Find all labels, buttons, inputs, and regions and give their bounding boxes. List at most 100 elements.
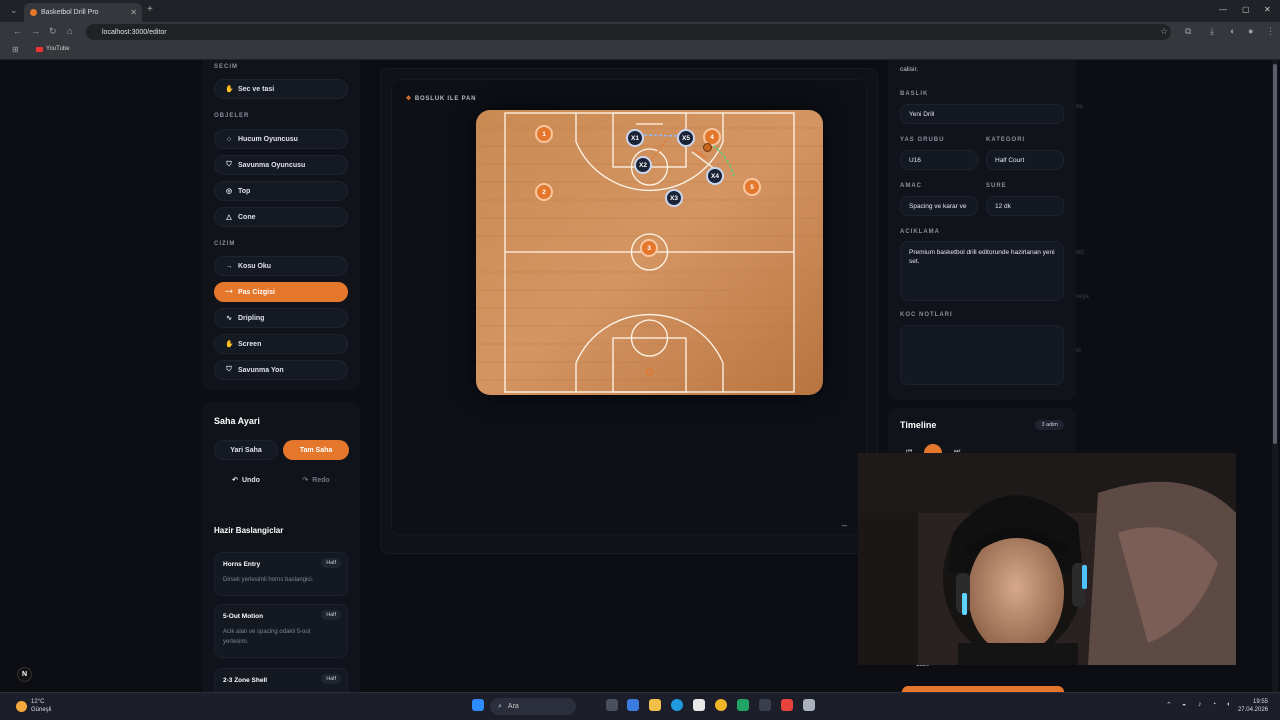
bookmark-youtube[interactable]: YouTube <box>36 46 70 52</box>
tool-label: Dripling <box>238 314 265 322</box>
background-text: da <box>1076 104 1083 110</box>
taskbar-search[interactable]: ⌕ Ara <box>490 698 576 715</box>
tool-screen[interactable]: ✋ Screen <box>214 334 348 354</box>
scrollbar-thumb[interactable] <box>1273 64 1277 444</box>
preset-card[interactable]: 5-Out Motion Half Acik alan ve spacing o… <box>214 604 348 658</box>
tool-label: Kosu Oku <box>238 262 272 270</box>
tool-cone[interactable]: △ Cone <box>214 207 348 227</box>
preset-name: 5-Out Motion <box>223 613 264 620</box>
menu-icon[interactable]: ⋮ <box>1266 26 1275 37</box>
url-bar[interactable]: localhost:3000/editor <box>86 24 1171 40</box>
preset-desc: Acik alan ve spacing odakli 5-out yerles… <box>223 629 311 645</box>
app-icon[interactable] <box>781 699 793 711</box>
title-label: BASLIK <box>900 91 929 97</box>
preset-card[interactable]: Horns Entry Half Dirsek yerlesimli horns… <box>214 552 348 596</box>
pan-hint: ✥ BOSLUK ILE PAN <box>406 95 476 102</box>
preset-card[interactable]: 2-3 Zone Shell Half <box>214 668 348 692</box>
extensions-icon[interactable]: ⧉ <box>1185 26 1191 37</box>
preset-badge: Half <box>321 558 341 568</box>
circle-icon: ○ <box>226 135 232 143</box>
browser-tab[interactable]: Basketbol Drill Pro ✕ <box>24 3 142 22</box>
coach-notes-textarea[interactable] <box>900 325 1064 385</box>
dashed-line-icon: ⤏ <box>225 288 233 295</box>
goal-input[interactable]: Spacing ve karar ve <box>900 196 978 216</box>
basketball-court[interactable]: 1 2 3 4 5 X1 X2 X3 X4 X5 <box>476 110 823 395</box>
tool-offense-player[interactable]: ○ Hucum Oyuncusu <box>214 129 348 149</box>
tool-pass-line[interactable]: ⤏ Pas Cizgisi <box>214 282 348 302</box>
reload-icon[interactable]: ↻ <box>49 26 57 37</box>
preset-name: Horns Entry <box>223 561 261 568</box>
notification-badge[interactable]: N <box>17 667 32 682</box>
tray-chevron-icon[interactable]: ⌃ <box>1166 701 1172 709</box>
tool-defense-direction[interactable]: ⛉ Savunma Yon <box>214 360 348 380</box>
defense-player-x1[interactable]: X1 <box>626 129 644 147</box>
tool-dribble[interactable]: ∿ Dripling <box>214 308 348 328</box>
app-icon[interactable] <box>737 699 749 711</box>
tool-label: Savunma Yon <box>238 366 284 374</box>
bookmark-star-icon[interactable]: ☆ <box>1160 26 1168 37</box>
hand-icon: ✋ <box>225 86 234 93</box>
offense-player-2[interactable]: 2 <box>535 183 553 201</box>
profile-icon[interactable]: ◐ <box>1230 26 1235 36</box>
microphone-icon[interactable]: ♪ <box>1198 701 1202 708</box>
tool-ball[interactable]: ◎ Top <box>214 181 348 201</box>
minimize-icon[interactable]: — <box>1219 5 1227 14</box>
new-tab-icon[interactable]: + <box>147 4 153 15</box>
app-icon[interactable] <box>803 699 815 711</box>
download-icon[interactable]: ⤓ <box>1210 26 1214 37</box>
file-explorer-icon[interactable] <box>649 699 661 711</box>
url-text: localhost:3000/editor <box>102 28 167 36</box>
undo-button[interactable]: ↶ Undo <box>214 470 278 490</box>
tool-run-arrow[interactable]: → Kosu Oku <box>214 256 348 276</box>
volume-icon[interactable]: ◖ <box>1226 701 1230 708</box>
forward-icon[interactable]: → <box>31 26 40 36</box>
clock-time: 19:55 <box>1252 699 1268 705</box>
sun-icon <box>16 700 27 712</box>
offense-player-1[interactable]: 1 <box>535 125 553 143</box>
defense-player-x5[interactable]: X5 <box>677 129 695 147</box>
tool-select-move[interactable]: ✋ Sec ve tasi <box>214 79 348 99</box>
wifi-icon[interactable]: ◔ <box>1212 701 1216 708</box>
category-input[interactable]: Half Court <box>986 150 1064 170</box>
close-tab-icon[interactable]: ✕ <box>130 8 137 17</box>
app-icon[interactable] <box>759 699 771 711</box>
full-court-button[interactable]: Tam Saha <box>283 440 349 460</box>
offense-player-3[interactable]: 3 <box>640 239 658 257</box>
defense-player-x2[interactable]: X2 <box>634 156 652 174</box>
defense-player-x3[interactable]: X3 <box>665 189 683 207</box>
weather-widget[interactable]: 12°C Güneşli <box>16 698 51 714</box>
description-textarea[interactable]: Premium basketbol drill editorunde hazir… <box>900 241 1064 301</box>
app-icon[interactable] <box>627 699 639 711</box>
back-icon[interactable]: ← <box>13 26 22 36</box>
network-icon[interactable]: ◒ <box>1182 701 1186 708</box>
goal-label: AMAC <box>900 183 922 189</box>
ball-token[interactable] <box>703 143 712 152</box>
duration-input[interactable]: 12 dk <box>986 196 1064 216</box>
apps-grid-icon[interactable]: ⊞ <box>12 45 19 54</box>
maximize-icon[interactable]: ▢ <box>1242 5 1250 14</box>
offense-player-5[interactable]: 5 <box>743 178 761 196</box>
chrome-icon[interactable] <box>715 699 727 711</box>
start-menu-icon[interactable] <box>472 699 484 711</box>
shield-icon: ⛉ <box>226 161 232 168</box>
redo-button[interactable]: ↷ Redo <box>283 470 349 490</box>
hand-icon: ✋ <box>225 341 234 348</box>
title-input[interactable]: Yeni Drill <box>900 104 1064 124</box>
close-window-icon[interactable]: ✕ <box>1264 5 1271 14</box>
avatar-icon[interactable]: ● <box>1248 26 1253 36</box>
home-icon[interactable]: ⌂ <box>67 26 72 36</box>
tool-defense-player[interactable]: ⛉ Savunma Oyuncusu <box>214 155 348 175</box>
edge-icon[interactable] <box>671 699 683 711</box>
age-group-input[interactable]: U16 <box>900 150 978 170</box>
search-placeholder: Ara <box>507 703 519 710</box>
half-court-button[interactable]: Yari Saha <box>214 440 278 460</box>
defense-player-x4[interactable]: X4 <box>706 167 724 185</box>
scrollbar-track[interactable] <box>1272 60 1278 692</box>
store-icon[interactable] <box>693 699 705 711</box>
triangle-icon: △ <box>226 214 232 221</box>
tab-list-icon[interactable]: ⌄ <box>10 5 18 16</box>
task-view-icon[interactable] <box>606 699 618 711</box>
zoom-out-button[interactable]: – <box>842 520 847 530</box>
tab-title: Basketbol Drill Pro <box>41 9 99 16</box>
system-clock[interactable]: 19:55 27.04.2026 <box>1238 698 1268 714</box>
